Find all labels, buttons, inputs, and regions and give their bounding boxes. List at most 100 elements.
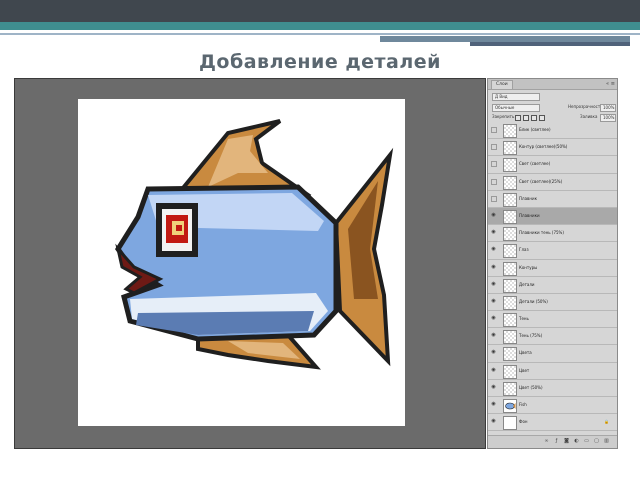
layer-name[interactable]: Цвет (50%) [519,385,543,391]
layer-name[interactable]: Глаз [519,247,529,253]
layer-thumbnail[interactable] [503,295,517,310]
layer-name[interactable]: Fish [519,402,527,408]
layer-thumbnail[interactable] [503,364,517,379]
slide-title: Добавление деталей [198,51,441,73]
layer-row[interactable]: Плавник [488,190,617,208]
lock-all-icon[interactable] [539,115,545,121]
layer-row[interactable]: Свет (светлее)(25%) [488,173,617,191]
layer-row[interactable]: ◉ Детали (50%) [488,293,617,312]
panel-menu-icon[interactable]: ≡ [611,80,615,88]
collapse-icon[interactable]: « [606,80,609,88]
layer-thumbnail[interactable] [503,244,517,259]
fill-field[interactable]: 100% [600,114,616,122]
eye-icon[interactable]: ◉ [491,316,496,321]
layer-row[interactable]: Блик (светлее) [488,122,617,140]
lock-transparent-icon[interactable] [515,115,521,121]
layer-row[interactable]: ◉ Fish [488,397,617,415]
layer-row[interactable]: ◉ Глаз [488,242,617,260]
eye-icon[interactable]: ◉ [491,333,496,338]
layer-name[interactable]: Плавник [519,196,537,202]
lock-position-icon[interactable] [531,115,537,121]
document-canvas[interactable] [14,78,486,449]
eye-icon[interactable]: ◉ [491,402,496,407]
layer-thumbnail[interactable] [503,381,517,396]
visibility-toggle-icon[interactable] [491,195,497,202]
mask-icon[interactable]: ◙ [564,439,569,444]
layer-name[interactable]: Блик (светлее) [519,127,551,133]
eye-icon[interactable]: ◉ [491,350,496,355]
eye-pupil [176,225,182,231]
visibility-toggle-icon[interactable] [491,144,497,151]
layer-name[interactable]: Тень (75%) [519,333,542,339]
layer-thumbnail[interactable] [503,261,517,276]
layer-row[interactable]: Свет (светлее) [488,156,617,174]
layer-row[interactable]: Контур (светлее)(50%) [488,139,617,157]
layer-thumbnail[interactable] [503,416,517,431]
layer-name[interactable]: Фон [519,419,528,425]
layer-thumbnail[interactable] [503,175,517,190]
tab-layers[interactable]: Слои [491,80,513,89]
layer-name[interactable]: Цвет [519,368,529,374]
link-icon[interactable]: ∞ [544,439,549,444]
layer-row[interactable]: ◉ Тень [488,311,617,329]
layer-row[interactable]: ◉ Контуры [488,259,617,277]
slide-accent-line [0,33,640,35]
eye-icon[interactable]: ◉ [491,298,496,304]
eye-icon[interactable]: ◉ [491,419,496,424]
lock-pixels-icon[interactable] [523,115,529,121]
artboard[interactable] [78,99,405,426]
layer-thumbnail[interactable] [503,141,517,156]
eye-icon[interactable]: ◉ [491,212,496,218]
layer-row[interactable]: ◉ Цвет [488,362,617,380]
visibility-toggle-icon[interactable] [491,178,497,185]
blend-mode-select[interactable]: Обычные [492,104,540,112]
layer-kind-select[interactable]: Д Вид [492,93,540,101]
eye-icon[interactable]: ◉ [491,367,496,373]
layer-row[interactable]: ◉ Плавники тень (75%) [488,225,617,243]
layer-name[interactable]: Свет (светлее)(25%) [519,179,562,185]
layer-thumbnail[interactable] [503,347,517,362]
eye-icon[interactable]: ◉ [491,247,496,252]
layer-name[interactable]: Плавники [519,213,540,219]
adjustment-icon[interactable]: ◐ [574,439,579,444]
layer-name[interactable]: Цвета [519,350,532,356]
layer-thumbnail[interactable] [503,278,517,293]
layer-thumbnail[interactable] [503,330,517,345]
layer-row[interactable]: ◉ Тень (75%) [488,328,617,346]
opacity-label: Непрозрачность [568,104,603,109]
layer-name[interactable]: Контур (светлее)(50%) [519,144,567,150]
layer-name[interactable]: Контуры [519,265,537,271]
layer-thumbnail[interactable] [503,192,517,207]
layer-row[interactable]: ◉ Детали [488,276,617,294]
eye-icon[interactable]: ◉ [491,384,496,390]
eye-icon[interactable]: ◉ [491,281,496,287]
eye-icon[interactable]: ◉ [491,230,496,235]
layer-thumbnail[interactable] [503,399,517,413]
trash-icon[interactable]: ▥ [604,439,609,444]
layer-name[interactable]: Детали (50%) [519,299,548,305]
layer-name[interactable]: Тень [519,316,529,322]
slide-top-bar [0,0,640,22]
layer-row[interactable]: ◉ Плавники [488,207,617,226]
layer-thumbnail[interactable] [503,227,517,242]
layer-name[interactable]: Детали [519,282,535,288]
layer-thumbnail[interactable] [503,124,517,138]
layer-thumbnail[interactable] [503,209,517,224]
layers-panel: Слои « ≡ Д Вид Обычные Непрозрачность 10… [487,78,618,449]
layer-row[interactable]: ◉ Цвета [488,345,617,363]
new-layer-icon[interactable]: ▢ [594,439,599,444]
layer-row[interactable]: ◉ Фон 🔒 [488,414,617,432]
filter-row: Д Вид [488,92,617,102]
opacity-field[interactable]: 100% [600,104,616,112]
layer-name[interactable]: Свет (светлее) [519,161,550,167]
panel-footer: ∞ ƒ ◙ ◐ ▭ ▢ ▥ [488,435,617,448]
folder-icon[interactable]: ▭ [584,439,589,444]
layer-thumbnail[interactable] [503,313,517,328]
layer-row[interactable]: ◉ Цвет (50%) [488,379,617,397]
visibility-toggle-icon[interactable] [491,127,497,133]
fx-icon[interactable]: ƒ [554,439,559,444]
visibility-toggle-icon[interactable] [491,161,497,168]
layer-name[interactable]: Плавники тень (75%) [519,230,564,236]
layer-thumbnail[interactable] [503,158,517,173]
eye-icon[interactable]: ◉ [491,264,496,270]
